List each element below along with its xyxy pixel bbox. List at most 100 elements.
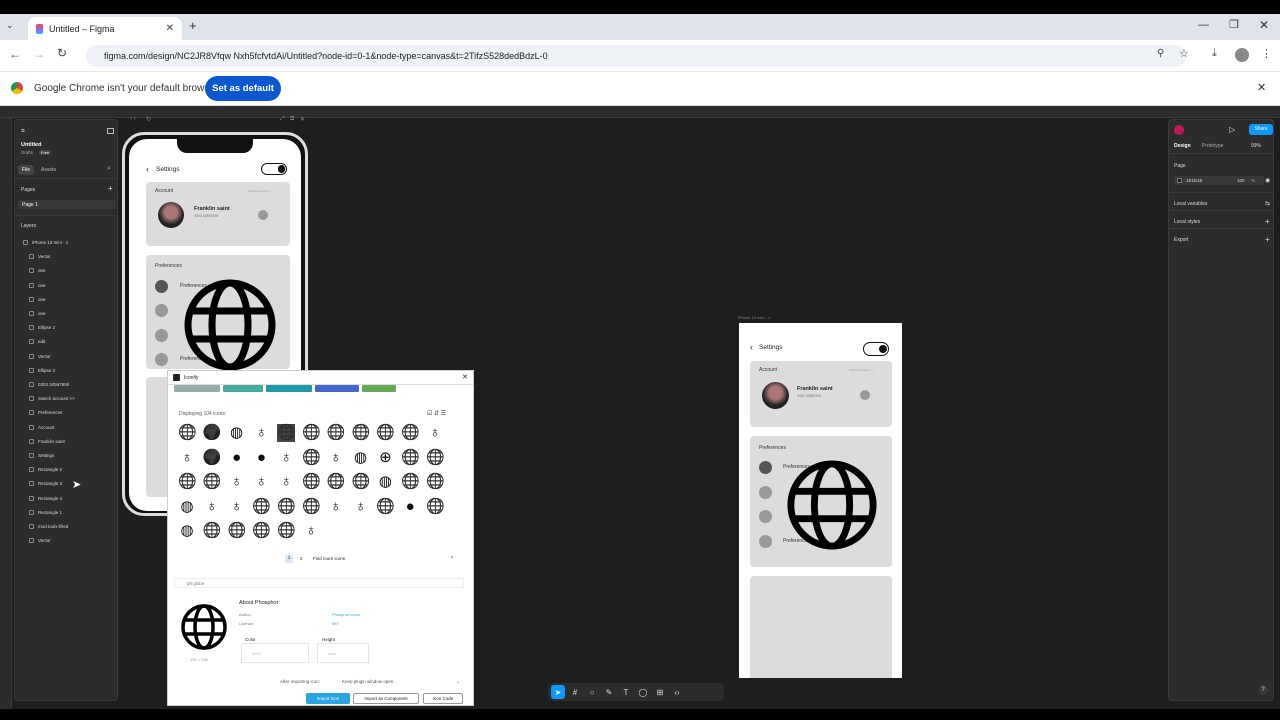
globe-icon[interactable]: 🌐 (178, 473, 197, 491)
browser-tab[interactable]: Untitled – Figma ✕ (28, 17, 182, 40)
filter-chip[interactable] (174, 385, 220, 392)
import-icon-button[interactable]: Import Icon (306, 693, 350, 704)
desk-globe-icon[interactable]: ♁ (277, 473, 295, 491)
close-preview-icon[interactable]: ✕ (300, 116, 305, 123)
layer-item[interactable]: 0302 34567890 (29, 382, 69, 387)
search-icon[interactable]: ⌕ (107, 165, 111, 173)
globe-icon[interactable]: 🌐 (401, 449, 420, 467)
set-default-button[interactable]: Set as default (205, 76, 281, 101)
layer-item[interactable]: edit (29, 339, 45, 345)
tab-assets[interactable]: Assets (41, 167, 56, 173)
layer-item[interactable]: Rectangle 4 (29, 495, 62, 501)
layer-item[interactable]: Franklin saint (29, 438, 65, 444)
layer-item[interactable]: Vector (29, 538, 51, 544)
layer-item[interactable]: Ellipse 3 (29, 367, 55, 373)
local-variables-label[interactable]: Local variables (1174, 201, 1207, 207)
globe-icon[interactable]: 🌐 (352, 473, 371, 491)
globe-icon[interactable]: 🌐 (327, 424, 346, 442)
globe-icon[interactable]: 🌐 (302, 473, 321, 491)
icon-code-button[interactable]: Icon Code (423, 693, 463, 704)
globe-icon[interactable]: 🌐 (426, 473, 445, 491)
globe-icon[interactable]: 🌐 (203, 522, 222, 540)
user-avatar[interactable] (1174, 125, 1184, 135)
desk-globe-icon[interactable]: ♁ (228, 473, 246, 491)
globe-simple-icon[interactable]: ◍ (178, 498, 196, 516)
nav-arrows-icon[interactable]: ‹ › (130, 116, 136, 122)
next-page-icon[interactable]: › (451, 555, 453, 561)
layer-item[interactable]: Vector (29, 254, 51, 260)
desk-globe-icon[interactable]: ♁ (252, 473, 270, 491)
filter-chip[interactable] (315, 385, 359, 392)
file-name[interactable]: Untitled (21, 142, 41, 148)
comment-tool-icon[interactable]: ◯ (636, 685, 650, 699)
layer-item[interactable]: Switch account >> (29, 396, 75, 402)
globe-icon[interactable]: 🌐 (203, 473, 222, 491)
globe-grid-icon[interactable]: ⊕ (376, 449, 394, 467)
present-icon[interactable]: ▷ (1229, 125, 1235, 134)
visibility-eye-icon[interactable]: ◉ (1265, 177, 1270, 184)
layer-item[interactable]: one (29, 311, 46, 316)
globe-hemisphere-icon[interactable]: 🌍 (203, 424, 222, 442)
switch-account-link[interactable]: Switch account >> (248, 189, 273, 193)
layer-item[interactable]: Preferences (29, 410, 62, 416)
globe-filled-icon[interactable]: ● (252, 449, 270, 467)
move-tool-icon[interactable]: ➤ (551, 685, 565, 699)
color-input[interactable]: #000 (241, 643, 309, 663)
globe-icon[interactable]: 🌐 (277, 498, 296, 516)
desk-globe-icon[interactable]: ♁ (228, 498, 246, 516)
pen-tool-icon[interactable]: ✎ (602, 685, 616, 699)
help-icon[interactable]: ? (1258, 685, 1268, 695)
panel-toggle-icon[interactable] (107, 128, 114, 134)
download-icon[interactable]: ⤓ (1212, 47, 1217, 60)
layer-item[interactable]: Rectangle 3 (29, 481, 62, 487)
desk-globe-icon[interactable]: ♁ (302, 522, 320, 540)
refresh-icon[interactable]: ↻ (146, 116, 151, 123)
close-plugin-icon[interactable]: ✕ (462, 373, 468, 381)
desk-globe-icon[interactable]: ♁ (327, 498, 345, 516)
url-field[interactable]: figma.com/design/NC2JR8Vfqw Nxh5fcfvtdAi… (86, 45, 1186, 67)
add-export-icon[interactable]: + (1265, 235, 1270, 244)
close-tab-icon[interactable]: ✕ (166, 23, 174, 34)
figma-menu-icon[interactable]: ⌗ (21, 128, 25, 136)
view-toggle-icons[interactable]: ☑ ⇵ ☰ (427, 410, 446, 417)
desk-globe-icon[interactable]: ♁ (203, 498, 221, 516)
globe-icon[interactable]: 🌐 (252, 522, 271, 540)
filter-chip[interactable] (362, 385, 396, 392)
selected-icon-row[interactable]: ph:globe (174, 578, 464, 588)
globe-icon[interactable]: 🌐 (327, 473, 346, 491)
desk-globe-icon[interactable]: ♁ (352, 498, 370, 516)
globe-icon[interactable]: 🌐 (426, 498, 445, 516)
layer-item[interactable]: iPhone 13 mini - 1 (23, 240, 68, 245)
menu-icon[interactable]: ⋮ (1261, 47, 1272, 60)
globe-icon[interactable]: 🌐 (302, 424, 321, 442)
desk-globe-icon[interactable]: ♁ (252, 424, 270, 442)
globe-icon[interactable]: 🌐 (178, 424, 197, 442)
globe-filled-icon[interactable]: ● (228, 449, 246, 467)
color-swatch[interactable] (1177, 178, 1182, 183)
layer-item[interactable]: Account (29, 424, 54, 430)
toggle-switch[interactable] (261, 163, 287, 175)
add-style-icon[interactable]: + (1265, 217, 1270, 226)
globe-simple-icon[interactable]: ◍ (352, 449, 370, 467)
globe-icon[interactable]: 🌐 (401, 424, 420, 442)
back-chevron-icon[interactable]: ‹ (750, 342, 753, 352)
text-tool-icon[interactable]: T (619, 685, 633, 699)
globe-simple-icon[interactable]: ◍ (228, 424, 246, 442)
export-label[interactable]: Export (1174, 237, 1188, 243)
back-chevron-icon[interactable]: ‹ (146, 164, 149, 174)
frame-tool-icon[interactable]: # (568, 685, 582, 699)
globe-icon[interactable]: 🌐 (302, 449, 321, 467)
zoom-icon[interactable]: ⚲ (1157, 48, 1164, 59)
globe-hemisphere-icon[interactable]: 🌍 (203, 449, 222, 467)
minimize-icon[interactable]: — (1198, 19, 1209, 31)
back-icon[interactable]: ← (9, 47, 21, 61)
globe-icon[interactable]: 🌐 (376, 424, 395, 442)
globe-icon[interactable]: 🌐 (252, 498, 271, 516)
globe-icon[interactable]: 🌐 (277, 424, 296, 442)
maximize-icon[interactable]: ❐ (1229, 18, 1239, 31)
desk-globe-icon[interactable]: ♁ (426, 424, 444, 442)
tab-search-icon[interactable]: ⌄ (6, 20, 14, 31)
reload-icon[interactable]: ↻ (57, 46, 67, 60)
layer-item[interactable]: one (29, 282, 46, 288)
page-color-row[interactable]: 1E1E1E 100 % (1174, 176, 1264, 185)
